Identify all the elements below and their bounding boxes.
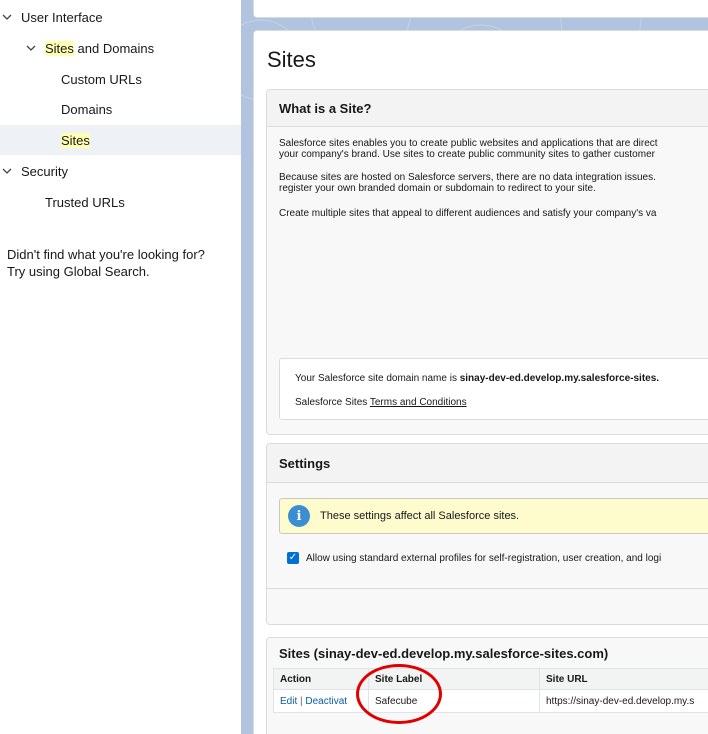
chevron-down-icon[interactable] <box>0 10 14 24</box>
sidebar-item-label: Trusted URLs <box>45 194 125 210</box>
site-domain-value: sinay-dev-ed.develop.my.salesforce-sites… <box>459 373 660 384</box>
site-url-cell[interactable]: https://sinay-dev-ed.develop.my.s <box>539 689 708 713</box>
deactivate-link[interactable]: Deactivat <box>305 696 347 707</box>
sidebar-item-sites-and-domains[interactable]: Sites and Domains <box>0 33 241 63</box>
sidebar-item-label: Custom URLs <box>61 71 142 87</box>
panel-heading: What is a Site? <box>267 90 708 127</box>
panel-heading: Settings <box>267 444 708 483</box>
sidebar-item-user-interface[interactable]: User Interface <box>0 2 241 32</box>
divider <box>267 588 708 589</box>
action-cell: Edit | Deactivat <box>273 689 369 713</box>
sidebar-item-custom-urls[interactable]: Custom URLs <box>0 64 241 94</box>
hosting-paragraph: Because sites are hosted on Salesforce s… <box>279 172 656 194</box>
external-profiles-label: Allow using standard external profiles f… <box>306 552 662 564</box>
header-card <box>253 0 708 18</box>
info-message: These settings affect all Salesforce sit… <box>320 510 520 522</box>
intro-paragraph: Salesforce sites enables you to create p… <box>279 138 658 160</box>
sites-table: Action Site Label Site URL Edit | Deacti… <box>273 668 708 713</box>
terms-and-conditions-link[interactable]: Terms and Conditions <box>370 397 467 408</box>
sidebar-item-security[interactable]: Security <box>0 156 241 186</box>
sidebar-item-label: Security <box>21 163 68 179</box>
annotation-circle <box>356 664 442 724</box>
table-row: Edit | Deactivat Safecube https://sinay-… <box>273 689 708 713</box>
site-domain-text: Your Salesforce site domain name is sina… <box>295 373 660 384</box>
sites-page: Sites What is a Site? Salesforce sites e… <box>253 30 708 734</box>
search-highlight: Sites <box>45 40 74 56</box>
info-icon: i <box>288 505 310 527</box>
sidebar-item-label: Sites and Domains <box>45 40 155 56</box>
site-domain-box: Your Salesforce site domain name is sina… <box>279 358 708 420</box>
sidebar-item-domains[interactable]: Domains <box>0 94 241 124</box>
sidebar-item-label: Sites <box>61 132 90 148</box>
column-header-action[interactable]: Action <box>273 668 369 690</box>
main-content: Sites What is a Site? Salesforce sites e… <box>241 0 708 734</box>
external-profiles-setting[interactable]: ✓ Allow using standard external profiles… <box>287 552 661 564</box>
sidebar-item-trusted-urls[interactable]: Trusted URLs <box>0 187 241 217</box>
sidebar-item-label: Domains <box>61 101 113 117</box>
external-profiles-checkbox[interactable]: ✓ <box>287 552 299 564</box>
sidebar-item-sites[interactable]: Sites <box>0 125 241 155</box>
settings-panel: Settings i These settings affect all Sal… <box>266 443 708 625</box>
terms-text: Salesforce Sites Terms and Conditions <box>295 397 467 408</box>
sites-list-panel: Sites (sinay-dev-ed.develop.my.salesforc… <box>266 637 708 734</box>
what-is-a-site-panel: What is a Site? Salesforce sites enables… <box>266 89 708 435</box>
column-header-site-url[interactable]: Site URL <box>539 668 708 690</box>
chevron-down-icon[interactable] <box>0 164 14 178</box>
settings-info-box: i These settings affect all Salesforce s… <box>279 498 708 534</box>
page-title: Sites <box>267 47 316 72</box>
sidebar-item-label: User Interface <box>21 9 103 25</box>
chevron-down-icon[interactable] <box>24 41 38 55</box>
table-header-row: Action Site Label Site URL <box>273 668 708 690</box>
search-help-text: Didn't find what you're looking for? Try… <box>7 247 205 279</box>
multiple-sites-paragraph: Create multiple sites that appeal to dif… <box>279 208 657 219</box>
setup-sidebar: User Interface Sites and Domains Custom … <box>0 0 241 734</box>
sites-list-heading: Sites (sinay-dev-ed.develop.my.salesforc… <box>279 646 609 661</box>
edit-link[interactable]: Edit <box>280 696 297 707</box>
